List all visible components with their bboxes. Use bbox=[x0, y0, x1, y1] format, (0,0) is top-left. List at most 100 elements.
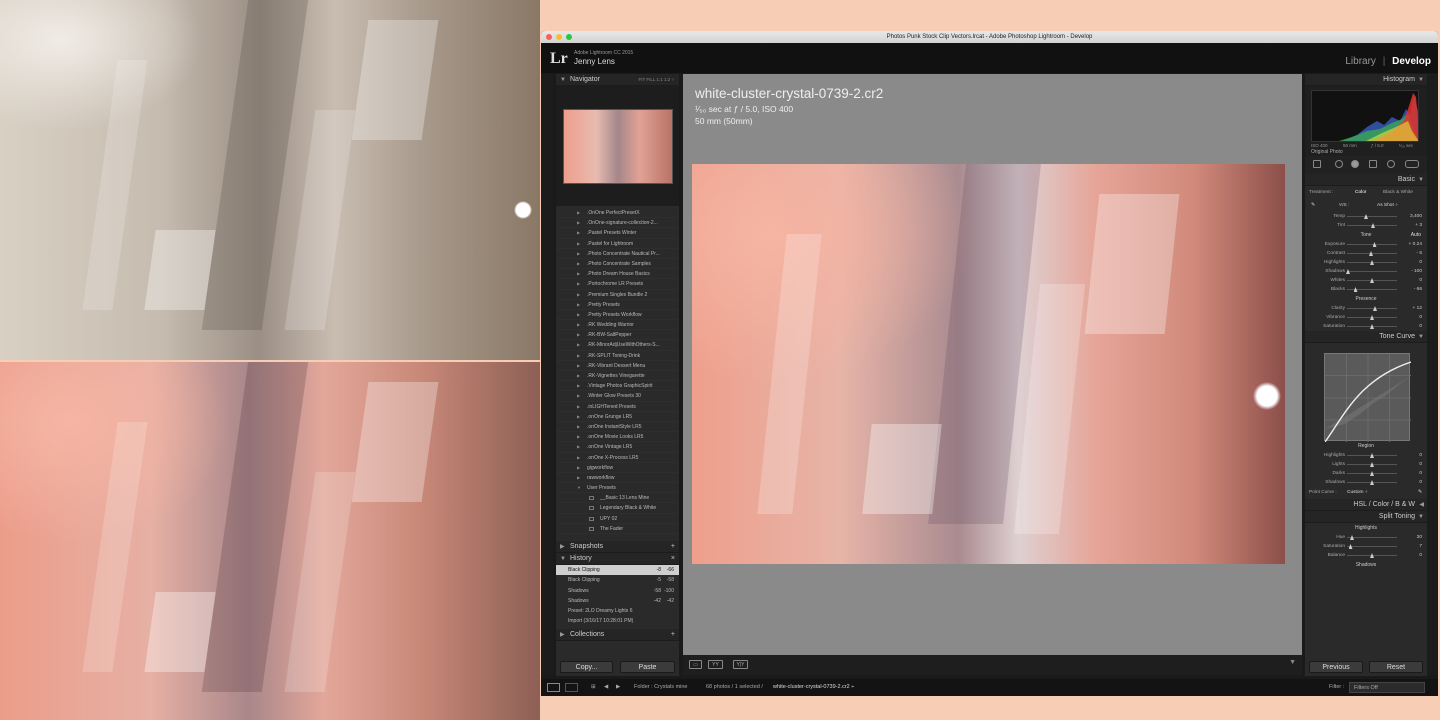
right-panel-edge[interactable] bbox=[1427, 74, 1438, 675]
preset-folder[interactable]: ▶ .RK-Vignettes Vinegarette bbox=[556, 371, 679, 382]
clear-history-button[interactable]: × bbox=[671, 553, 675, 565]
preset-folder[interactable]: ▶ .Pretty Presets bbox=[556, 300, 679, 310]
treatment-color-option[interactable]: Color bbox=[1355, 186, 1366, 200]
before-after-icon[interactable]: YY bbox=[708, 660, 723, 669]
preset-folder[interactable]: ▶ .RK-Vibrant Dessert Menu bbox=[556, 361, 679, 371]
saturation-value[interactable]: 0 bbox=[1419, 322, 1422, 331]
collapsed-triangle-icon[interactable]: ▶ bbox=[577, 453, 580, 463]
collapsed-triangle-icon[interactable]: ▶ bbox=[577, 300, 580, 310]
tone-curve-graph[interactable] bbox=[1324, 353, 1412, 443]
preset-folder[interactable]: ▶ .onOne X-Process LR5 bbox=[556, 453, 679, 463]
selected-file[interactable]: white-cluster-crystal-0739-2.cr2 ÷ bbox=[773, 679, 854, 696]
preset-folder[interactable]: ▶ .onOne Movie Looks LR5 bbox=[556, 432, 679, 443]
previous-button[interactable]: Previous bbox=[1309, 661, 1363, 673]
collapsed-triangle-icon[interactable]: ▶ bbox=[577, 269, 580, 279]
preset-folder[interactable]: ▶ .Photo Concentrate Nautical Pr... bbox=[556, 249, 679, 259]
preset-folder[interactable]: ▶ gigworkflow bbox=[556, 463, 679, 473]
collapsed-triangle-icon[interactable]: ▶ bbox=[577, 290, 580, 300]
tone-curve-header[interactable]: Tone Curve ▼ bbox=[1305, 331, 1427, 343]
collapsed-triangle-icon[interactable]: ▶ bbox=[577, 442, 580, 452]
graduated-filter-icon[interactable] bbox=[1369, 160, 1377, 168]
collapsed-triangle-icon[interactable]: ▶ bbox=[577, 320, 580, 330]
whites-value[interactable]: 0 bbox=[1419, 276, 1422, 285]
preset-folder[interactable]: ▶ rawworkflow bbox=[556, 473, 679, 484]
preset-folder[interactable]: The Fader bbox=[556, 524, 679, 534]
module-library[interactable]: Library bbox=[1345, 56, 1376, 67]
red-eye-icon[interactable] bbox=[1351, 160, 1359, 168]
preset-folder[interactable]: UPY 02 bbox=[556, 514, 679, 524]
filter-select[interactable]: Filters Off bbox=[1349, 682, 1425, 693]
highlights-value[interactable]: 0 bbox=[1419, 258, 1422, 267]
eyedropper-icon[interactable]: ✎ bbox=[1311, 200, 1315, 212]
folder-source[interactable]: Folder : Crystals mine bbox=[634, 679, 688, 696]
collapsed-triangle-icon[interactable]: ▶ bbox=[577, 432, 580, 442]
collapsed-triangle-icon[interactable]: ▶ bbox=[577, 412, 580, 422]
navigator-header[interactable]: ▼ Navigator FIT FILL 1:1 1:2 ÷ bbox=[556, 74, 679, 86]
navigator-zoom-options[interactable]: FIT FILL 1:1 1:2 ÷ bbox=[639, 74, 675, 86]
paste-button[interactable]: Paste bbox=[620, 661, 675, 673]
preset-folder[interactable]: ▶ .onOne Grunge LR5 bbox=[556, 412, 679, 422]
split-saturation-value[interactable]: 7 bbox=[1419, 542, 1422, 551]
clarity-slider-track[interactable] bbox=[1347, 308, 1397, 309]
collapsed-triangle-icon[interactable]: ▶ bbox=[577, 391, 580, 401]
basic-header[interactable]: Basic ▼ bbox=[1305, 174, 1427, 186]
copy-button[interactable]: Copy... bbox=[560, 661, 613, 673]
blacks-value[interactable]: - 66 bbox=[1414, 285, 1422, 294]
point-curve-select[interactable]: Custom ÷ bbox=[1347, 487, 1368, 499]
collapsed-triangle-icon[interactable]: ▶ bbox=[577, 361, 580, 371]
region-lights-value[interactable]: 0 bbox=[1419, 460, 1422, 469]
loupe-view-icon[interactable]: ▭ bbox=[689, 660, 702, 669]
history-step[interactable]: Black Clipping -5 -58 bbox=[556, 575, 679, 585]
split-toning-header[interactable]: Split Toning ▼ bbox=[1305, 511, 1427, 523]
preset-folder[interactable]: __Basic 13 Lens Mine bbox=[556, 493, 679, 504]
collapsed-triangle-icon[interactable]: ▶ bbox=[577, 381, 580, 391]
hsl-tabs[interactable]: HSL / Color / B & W bbox=[1353, 501, 1415, 508]
collapsed-triangle-icon[interactable]: ▶ bbox=[577, 310, 580, 320]
collapsed-triangle-icon[interactable]: ▶ bbox=[577, 239, 580, 249]
zoom-window-button[interactable] bbox=[566, 34, 572, 40]
split-hue-value[interactable]: 30 bbox=[1417, 533, 1422, 542]
history-step[interactable]: Black Clipping -8 -66 bbox=[556, 565, 679, 576]
collapsed-triangle-icon[interactable]: ▶ bbox=[577, 371, 580, 381]
preset-folder[interactable]: ▶ .Pastel for Lightroom bbox=[556, 239, 679, 249]
expanded-triangle-icon[interactable]: ▼ bbox=[577, 483, 581, 493]
hsl-header[interactable]: HSL / Color / B & W ◀ bbox=[1305, 499, 1427, 511]
close-window-button[interactable] bbox=[546, 34, 552, 40]
preset-folder[interactable]: ▶ .onOne InstantStyle LR5 bbox=[556, 422, 679, 433]
main-window-icon[interactable] bbox=[547, 683, 560, 692]
region-darks-value[interactable]: 0 bbox=[1419, 469, 1422, 478]
temp-slider-track[interactable] bbox=[1347, 216, 1397, 217]
preset-folder[interactable]: ▶ .onOne Vintage LR5 bbox=[556, 442, 679, 453]
shadows-value[interactable]: - 100 bbox=[1411, 267, 1422, 276]
add-snapshot-button[interactable]: + bbox=[671, 541, 675, 553]
history-step[interactable]: Shadows -58 -100 bbox=[556, 586, 679, 596]
collapsed-triangle-icon[interactable]: ▶ bbox=[577, 330, 580, 340]
back-arrow-icon[interactable]: ◀ bbox=[604, 679, 608, 696]
collapsed-triangle-icon[interactable]: ▶ bbox=[577, 473, 580, 483]
auto-tone-button[interactable]: Auto bbox=[1411, 230, 1421, 240]
preset-folder[interactable]: ▶ .Photo Concentrate Samples bbox=[556, 259, 679, 270]
add-collection-button[interactable]: + bbox=[671, 629, 675, 641]
snapshots-header[interactable]: ▶ Snapshots + bbox=[556, 541, 679, 553]
tint-value[interactable]: + 3 bbox=[1415, 221, 1422, 230]
preset-folder[interactable]: ▶ .RK Wedding Warrior bbox=[556, 320, 679, 331]
grid-icon[interactable]: ⊞ bbox=[591, 679, 596, 696]
wb-select[interactable]: As Shot ÷ bbox=[1377, 200, 1398, 212]
curve-edit-icon[interactable]: ✎ bbox=[1418, 487, 1422, 499]
preset-folder[interactable]: Legendary Black & White bbox=[556, 503, 679, 514]
region-shadows-value[interactable]: 0 bbox=[1419, 478, 1422, 487]
histogram-header[interactable]: Histogram ▼ bbox=[1305, 74, 1427, 86]
history-step[interactable]: Import (3/16/17 10:28:01 PM) bbox=[556, 616, 679, 626]
collapsed-triangle-icon[interactable]: ▶ bbox=[577, 422, 580, 432]
forward-arrow-icon[interactable]: ▶ bbox=[616, 679, 620, 696]
preset-folder[interactable]: ▶ .RK-MinorAdjUseWithOthers-S... bbox=[556, 340, 679, 351]
collapsed-triangle-icon[interactable]: ▶ bbox=[577, 208, 580, 218]
spot-removal-icon[interactable] bbox=[1335, 160, 1343, 168]
preset-folder[interactable]: ▶ .Portochrome LR Presets bbox=[556, 279, 679, 290]
preset-folder[interactable]: ▶ .RK-SPLIT Toning-Drink bbox=[556, 351, 679, 361]
module-develop[interactable]: Develop bbox=[1392, 56, 1431, 67]
history-header[interactable]: ▼ History × bbox=[556, 553, 679, 565]
preset-folder[interactable]: ▶ .Photo Dream House Basics bbox=[556, 269, 679, 280]
preset-folder[interactable]: ▶ .RK-BW-SaltPepper bbox=[556, 330, 679, 341]
navigator-preview[interactable] bbox=[556, 86, 679, 206]
